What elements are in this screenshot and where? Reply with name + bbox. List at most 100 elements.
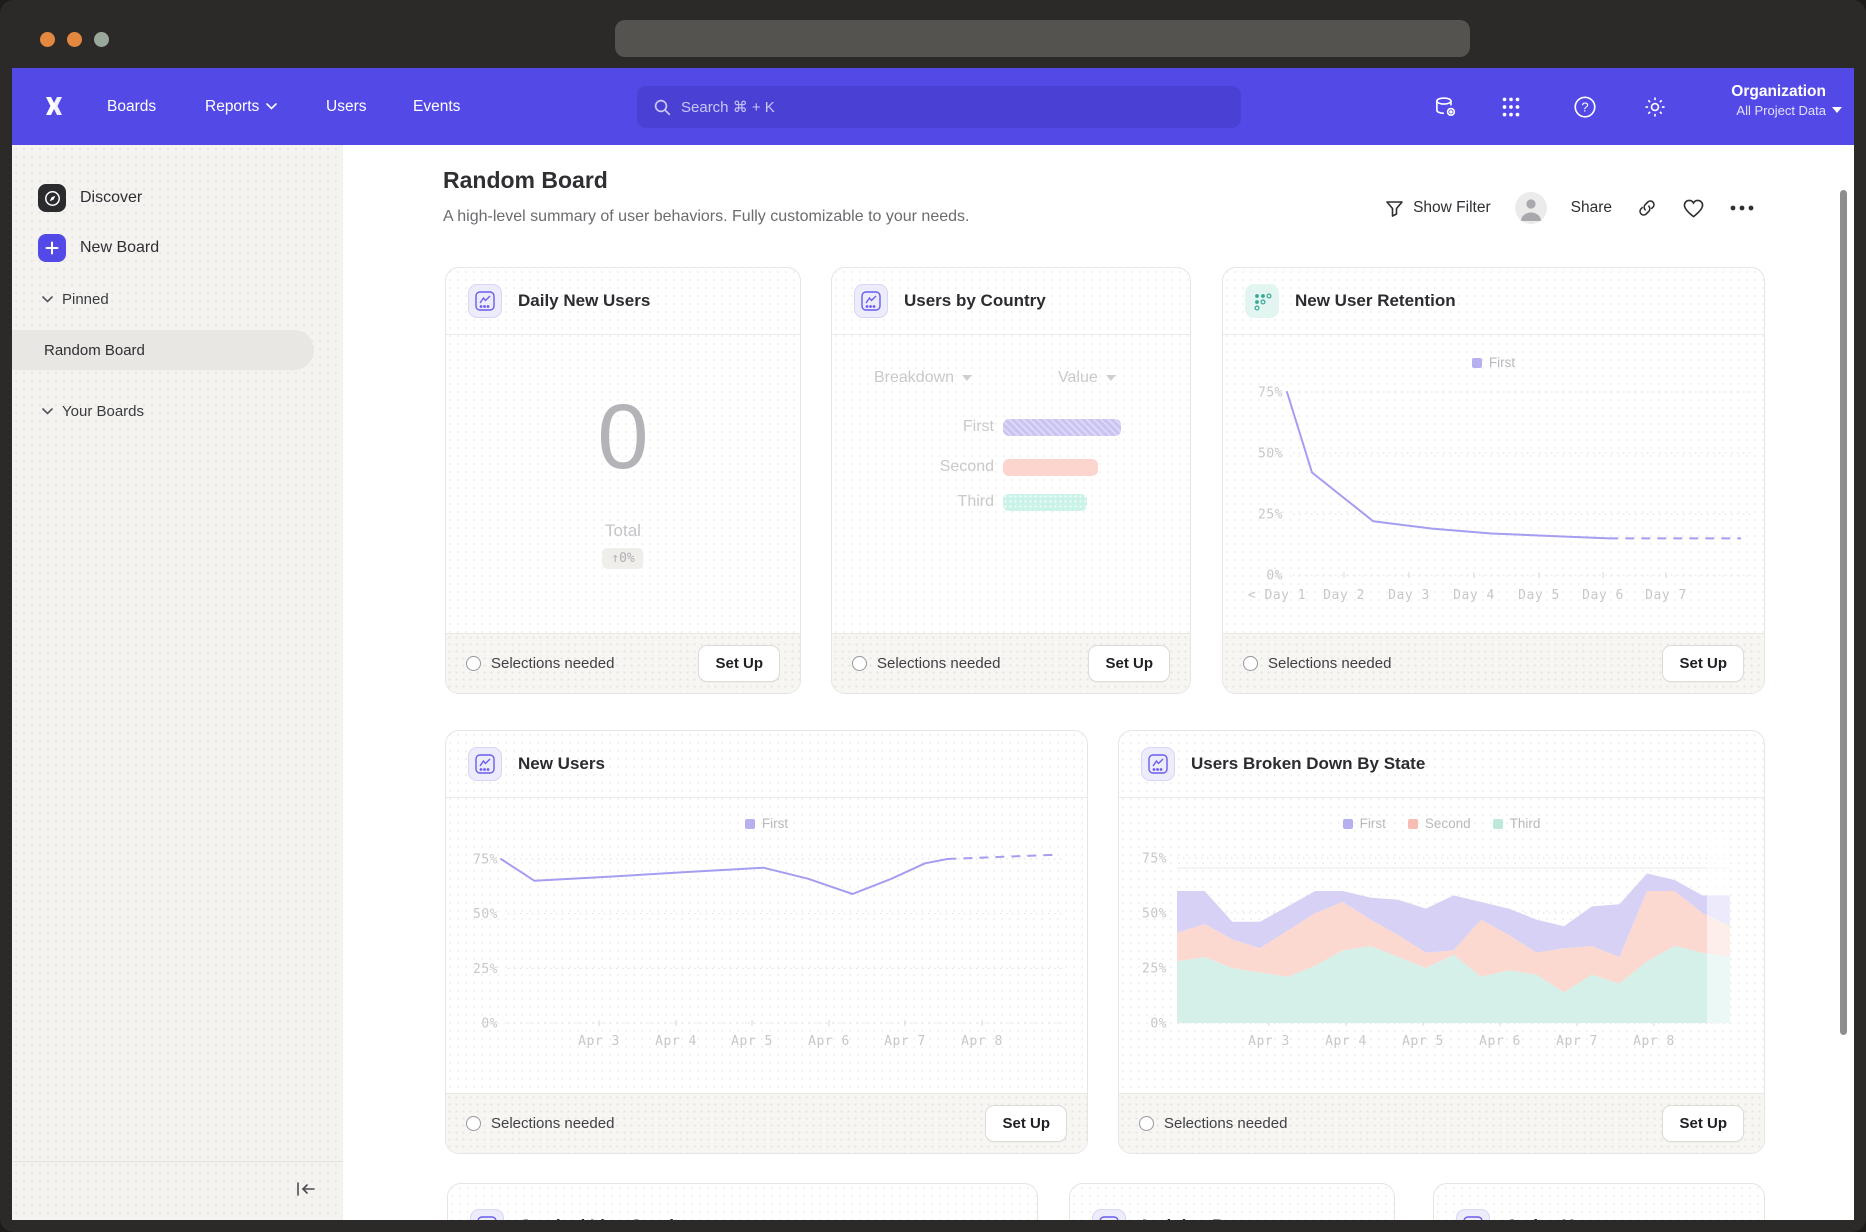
help-icon[interactable]: ? xyxy=(1572,94,1598,120)
status-text: Selections needed xyxy=(1164,1115,1287,1132)
value-dropdown[interactable]: Value xyxy=(1058,369,1116,387)
chevron-down-icon xyxy=(42,408,53,415)
data-management-icon[interactable] xyxy=(1432,94,1458,120)
set-up-button[interactable]: Set Up xyxy=(1088,645,1170,682)
legend-swatch-first xyxy=(1343,819,1353,829)
svg-text:Apr 6: Apr 6 xyxy=(808,1034,850,1049)
scrollbar[interactable] xyxy=(1840,190,1847,1035)
breakdown-dropdown[interactable]: Breakdown xyxy=(874,369,972,387)
svg-text:Day 7: Day 7 xyxy=(1645,588,1687,603)
traffic-light-minimize[interactable] xyxy=(67,32,82,47)
organization-switcher[interactable]: Organization All Project Data xyxy=(1731,82,1826,119)
url-bar[interactable] xyxy=(615,20,1470,57)
card-header: New User Retention xyxy=(1223,268,1764,335)
card-footer: Selections needed Set Up xyxy=(1119,1093,1764,1153)
line-chart-icon xyxy=(468,284,502,318)
chevron-down-icon xyxy=(962,375,972,381)
svg-text:0%: 0% xyxy=(481,1017,498,1032)
card-title: Stacked Line Graph xyxy=(520,1216,680,1220)
line-chart-icon xyxy=(468,747,502,781)
bar-third xyxy=(1003,494,1087,511)
card-title: New Users xyxy=(518,754,605,774)
card-title: Active Users xyxy=(1506,1216,1609,1220)
set-up-button[interactable]: Set Up xyxy=(1662,1105,1744,1142)
svg-text:0%: 0% xyxy=(1150,1017,1167,1032)
svg-text:75%: 75% xyxy=(473,852,498,867)
mixpanel-logo-icon[interactable] xyxy=(40,92,68,125)
svg-text:25%: 25% xyxy=(1258,508,1283,523)
bar-row-second: Second xyxy=(832,458,1098,476)
svg-text:Day 5: Day 5 xyxy=(1518,588,1560,603)
card-stacked-line-graph: Stacked Line Graph xyxy=(447,1183,1038,1220)
svg-text:Apr 7: Apr 7 xyxy=(884,1034,926,1049)
sidebar-item-discover[interactable]: Discover xyxy=(38,184,142,212)
search-input[interactable]: Search ⌘ + K xyxy=(637,86,1241,128)
svg-text:Apr 4: Apr 4 xyxy=(1325,1034,1367,1049)
organization-chevron-icon[interactable] xyxy=(1832,100,1842,118)
sidebar: Discover New Board Pinned Random Board Y… xyxy=(12,145,343,1220)
set-up-button[interactable]: Set Up xyxy=(1662,645,1744,682)
svg-text:Apr 6: Apr 6 xyxy=(1479,1034,1521,1049)
status-text: Selections needed xyxy=(877,655,1000,672)
chevron-down-icon xyxy=(266,103,277,110)
nav-item-reports[interactable]: Reports xyxy=(205,68,277,145)
card-users-by-country: Users by Country Breakdown Value First S… xyxy=(831,267,1191,694)
search-placeholder: Search ⌘ + K xyxy=(681,98,775,116)
sidebar-section-pinned[interactable]: Pinned xyxy=(42,291,109,308)
legend-swatch-first xyxy=(745,819,755,829)
set-up-button[interactable]: Set Up xyxy=(985,1105,1067,1142)
plus-icon xyxy=(38,234,66,262)
page-title: Random Board xyxy=(443,167,608,194)
copy-link-icon[interactable] xyxy=(1636,197,1658,219)
collapse-sidebar-icon[interactable] xyxy=(295,1180,317,1203)
svg-text:Apr 5: Apr 5 xyxy=(1402,1034,1444,1049)
card-body: First 75%50%25%0%Apr 3Apr 4Apr 5Apr 6Apr… xyxy=(446,798,1087,1100)
sidebar-section-your-boards[interactable]: Your Boards xyxy=(42,403,144,420)
show-filter-button[interactable]: Show Filter xyxy=(1385,199,1491,218)
line-chart-icon xyxy=(854,284,888,318)
nav-item-users[interactable]: Users xyxy=(326,68,366,145)
browser-chrome xyxy=(0,0,1866,68)
sidebar-item-new-board[interactable]: New Board xyxy=(38,234,159,262)
retention-line-chart: 75%50%25%0%< Day 1Day 2Day 3Day 4Day 5Da… xyxy=(1223,335,1764,635)
svg-text:Day 3: Day 3 xyxy=(1388,588,1430,603)
card-header: Daily New Users xyxy=(446,268,800,335)
card-new-user-retention: New User Retention First 75%50%25%0%< Da… xyxy=(1222,267,1765,694)
settings-gear-icon[interactable] xyxy=(1642,94,1668,120)
avatar[interactable] xyxy=(1515,192,1547,224)
svg-text:75%: 75% xyxy=(1258,386,1283,401)
bar-row-first: First xyxy=(832,418,1121,436)
search-icon xyxy=(654,99,671,116)
card-title: Insights Report xyxy=(1142,1216,1267,1220)
line-chart-icon xyxy=(1141,747,1175,781)
card-new-users: New Users First 75%50%25%0%Apr 3Apr 4Apr… xyxy=(445,730,1088,1154)
set-up-button[interactable]: Set Up xyxy=(698,645,780,682)
favorite-heart-icon[interactable] xyxy=(1682,198,1705,219)
traffic-light-zoom[interactable] xyxy=(94,32,109,47)
svg-text:75%: 75% xyxy=(1142,852,1167,867)
nav-item-events[interactable]: Events xyxy=(413,68,460,145)
app-window: Boards Reports Users Events Search ⌘ + K xyxy=(0,0,1866,1232)
line-chart-icon xyxy=(470,1209,504,1220)
card-title: Users Broken Down By State xyxy=(1191,754,1425,774)
legend-swatch-second xyxy=(1408,819,1418,829)
card-header: Stacked Line Graph xyxy=(448,1184,1037,1220)
more-options-icon[interactable] xyxy=(1729,204,1755,212)
sidebar-item-random-board[interactable]: Random Board xyxy=(12,330,314,370)
main-content: Random Board A high-level summary of use… xyxy=(343,145,1854,1220)
card-active-users: Active Users xyxy=(1433,1183,1765,1220)
svg-text:50%: 50% xyxy=(1258,447,1283,462)
nav-item-boards[interactable]: Boards xyxy=(107,68,156,145)
card-body: First 75%50%25%0%< Day 1Day 2Day 3Day 4D… xyxy=(1223,335,1764,640)
traffic-light-close[interactable] xyxy=(40,32,55,47)
card-title: Daily New Users xyxy=(518,291,650,311)
card-header: New Users xyxy=(446,731,1087,798)
card-header: Insights Report xyxy=(1070,1184,1394,1220)
apps-grid-icon[interactable] xyxy=(1498,94,1524,120)
delta-badge: ↑0% xyxy=(602,548,643,569)
discover-compass-icon xyxy=(38,184,66,212)
card-header: Active Users xyxy=(1434,1184,1764,1220)
share-button[interactable]: Share xyxy=(1571,199,1612,217)
svg-text:Apr 4: Apr 4 xyxy=(655,1034,697,1049)
card-footer: Selections needed Set Up xyxy=(832,633,1190,693)
